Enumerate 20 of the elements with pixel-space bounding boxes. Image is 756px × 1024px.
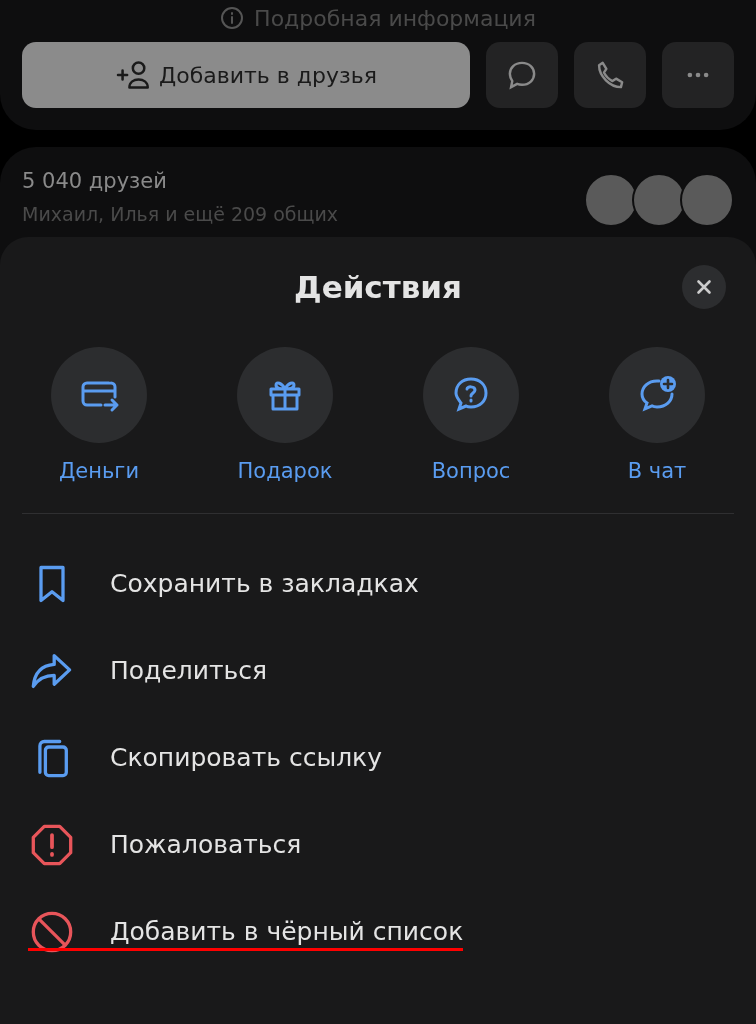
menu-item[interactable]: Пожаловаться [30,801,726,888]
add-friend-button[interactable]: Добавить в друзья [22,42,470,108]
info-icon [220,6,245,30]
action-label[interactable]: Подарок [237,459,333,483]
message-button[interactable] [486,42,558,108]
menu-item[interactable]: Сохранить в закладках [30,540,726,627]
action-label[interactable]: В чат [627,459,687,483]
action-label[interactable]: Вопрос [431,459,511,483]
menu-item[interactable]: Поделиться [30,627,726,714]
warning-octagon-icon [30,822,74,867]
more-icon [687,72,709,78]
menu-item[interactable]: Добавить в чёрный список [30,888,726,975]
block-icon [30,909,74,954]
call-button[interactable] [574,42,646,108]
sheet-title: Действия [294,269,462,305]
menu-item[interactable]: Скопировать ссылку [30,714,726,801]
mutual-friends: Михаил, Илья и ещё 209 общих [22,203,339,225]
close-button[interactable] [682,265,726,309]
action-label[interactable]: Деньги [58,459,140,483]
friends-count: 5 040 друзей [22,169,168,193]
